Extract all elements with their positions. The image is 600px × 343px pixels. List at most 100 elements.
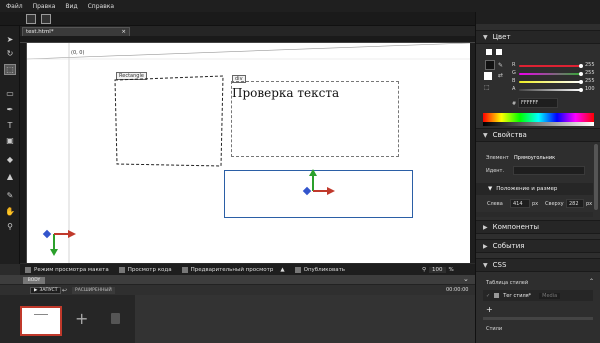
page-thumbnails: + xyxy=(0,295,475,343)
grayscale-spectrum[interactable] xyxy=(483,122,594,126)
red-label: R xyxy=(512,62,516,68)
document-tab[interactable]: test.html* × xyxy=(22,27,130,36)
collapse-chevron-icon[interactable]: ⌃ xyxy=(589,278,594,285)
new-document-icon[interactable] xyxy=(26,14,36,24)
media-input[interactable]: Media xyxy=(539,292,561,299)
rectangle-tool-icon[interactable]: ▭ xyxy=(4,88,16,99)
zoom-tool-icon[interactable]: ⚲ xyxy=(4,221,16,232)
style-tag-row[interactable]: ✓ Тег стиля* Media xyxy=(483,290,593,301)
eyedropper-small-icon[interactable]: ✎ xyxy=(498,62,503,69)
play-icon: ▶ xyxy=(34,288,38,293)
menu-file[interactable]: Файл xyxy=(6,3,23,10)
design-canvas[interactable]: (0, 0) Rectangle div Проверка текста xyxy=(27,43,470,263)
transform-icon[interactable]: ⬚ xyxy=(4,64,16,75)
expand-triangle-icon: ▶ xyxy=(483,223,488,231)
zoom-control[interactable]: ⚲ 100 % xyxy=(422,266,454,273)
checkmark-icon: ✓ xyxy=(486,292,491,299)
collapse-timeline-icon[interactable]: ⌄ xyxy=(463,275,469,283)
blue-slider-knob[interactable] xyxy=(579,80,583,84)
timeline-header: BODY ⌄ xyxy=(0,275,475,285)
timeline-track-area xyxy=(135,295,475,343)
hue-spectrum[interactable] xyxy=(483,113,594,122)
eyedropper-icon[interactable]: ✎ xyxy=(4,190,16,201)
components-title: Компоненты xyxy=(492,223,540,231)
alpha-slider-knob[interactable] xyxy=(579,88,583,92)
advanced-button[interactable]: РАСШИРЕННЫЙ xyxy=(72,287,115,294)
preview-dropdown-icon[interactable]: ▲ xyxy=(280,267,284,273)
red-slider-knob[interactable] xyxy=(579,64,583,68)
close-tab-icon[interactable]: × xyxy=(121,29,126,35)
publish-icon xyxy=(294,266,301,273)
publish-button[interactable]: Опубликовать xyxy=(290,266,350,273)
timeline-panel: BODY ⌄ ▶ ЗАПУСТ ↩ РАСШИРЕННЫЙ 00:00:00 + xyxy=(0,275,475,343)
rotate-icon[interactable]: ↻ xyxy=(4,48,16,59)
hex-input[interactable]: FFFFFF xyxy=(518,98,558,108)
gradient-tool-icon[interactable]: ▲ xyxy=(4,171,16,182)
color-section-header[interactable]: ▼ Цвет xyxy=(476,30,600,44)
open-document-icon[interactable] xyxy=(41,14,51,24)
add-style-button[interactable]: + xyxy=(486,305,493,314)
menu-view[interactable]: Вид xyxy=(65,3,77,10)
top-unit: px xyxy=(586,201,593,207)
green-label: G xyxy=(512,70,516,76)
background-color-swatch[interactable] xyxy=(485,60,495,70)
foreground-color-swatch[interactable] xyxy=(484,72,492,80)
zoom-icon: ⚲ xyxy=(422,266,427,273)
components-section-header[interactable]: ▶ Компоненты xyxy=(476,220,600,234)
green-slider[interactable] xyxy=(519,73,581,75)
select-arrow-icon[interactable]: ➤ xyxy=(4,34,16,45)
right-panel: ▼ Цвет ✎ ⇄ ⬚ R 255 G 255 B 255 A 100 # F… xyxy=(475,12,600,343)
reset-colors-icon[interactable]: ⬚ xyxy=(484,84,490,91)
properties-title: Свойства xyxy=(492,131,527,139)
tag-style-label: Тег стиля* xyxy=(503,292,532,299)
preview-button[interactable]: Предварительный просмотр ▲ xyxy=(177,266,290,273)
add-page-icon[interactable]: + xyxy=(75,311,88,327)
green-slider-knob[interactable] xyxy=(579,72,583,76)
blue-slider[interactable] xyxy=(519,81,581,83)
fill-swatch[interactable] xyxy=(486,49,492,55)
body-tag[interactable]: BODY xyxy=(23,277,45,284)
delete-page-icon[interactable] xyxy=(111,313,120,324)
properties-section-header[interactable]: ▼ Свойства xyxy=(476,128,600,142)
position-size-header[interactable]: ▼ Положение и размер xyxy=(476,183,593,195)
play-button[interactable]: ▶ ЗАПУСТ xyxy=(30,287,62,294)
left-label: Слева xyxy=(487,201,503,207)
top-input[interactable]: 282 xyxy=(566,199,584,208)
collapse-triangle-icon: ▼ xyxy=(483,131,488,139)
green-value[interactable]: 255 xyxy=(585,70,595,76)
red-slider[interactable] xyxy=(519,65,581,67)
loop-icon[interactable]: ↩ xyxy=(62,287,67,294)
image-tool-icon[interactable]: ▣ xyxy=(4,135,16,146)
alpha-slider[interactable] xyxy=(519,89,581,91)
hand-tool-icon[interactable]: ✋ xyxy=(4,206,16,217)
fill-tool-icon[interactable]: ◆ xyxy=(4,154,16,165)
zoom-value[interactable]: 100 xyxy=(429,266,446,273)
stroke-swatch[interactable] xyxy=(496,49,502,55)
blue-value[interactable]: 255 xyxy=(585,78,595,84)
text-tool-icon[interactable]: T xyxy=(4,120,16,131)
pen-tool-icon[interactable]: ✒ xyxy=(4,104,16,115)
tool-strip: ➤ ↻ ⬚ ▭ ✒ T ▣ ◆ ▲ ✎ ✋ ⚲ xyxy=(0,26,20,264)
play-label: ЗАПУСТ xyxy=(39,288,58,293)
style-divider xyxy=(483,317,593,320)
events-section-header[interactable]: ▶ События xyxy=(476,239,600,253)
menu-edit[interactable]: Правка xyxy=(33,3,56,10)
layout-view-button[interactable]: Режим просмотра макета xyxy=(20,266,114,273)
events-title: События xyxy=(492,242,525,250)
toolbar xyxy=(0,12,475,26)
code-view-button[interactable]: Просмотр кода xyxy=(114,266,177,273)
red-value[interactable]: 255 xyxy=(585,62,595,68)
alpha-label: A xyxy=(512,86,516,92)
page-thumbnail[interactable] xyxy=(20,306,62,336)
alpha-value[interactable]: 100 xyxy=(585,86,595,92)
layout-view-icon xyxy=(25,266,31,273)
left-input[interactable]: 414 xyxy=(510,199,530,208)
top-label: Сверху xyxy=(545,201,564,207)
document-tab-title: test.html* xyxy=(26,29,54,35)
id-input[interactable] xyxy=(513,166,585,175)
swap-colors-icon[interactable]: ⇄ xyxy=(498,72,503,79)
css-section-header[interactable]: ▼ CSS xyxy=(476,258,600,272)
menu-help[interactable]: Справка xyxy=(88,3,114,10)
origin-gizmo xyxy=(42,229,76,256)
properties-scrollbar[interactable] xyxy=(594,144,598,210)
